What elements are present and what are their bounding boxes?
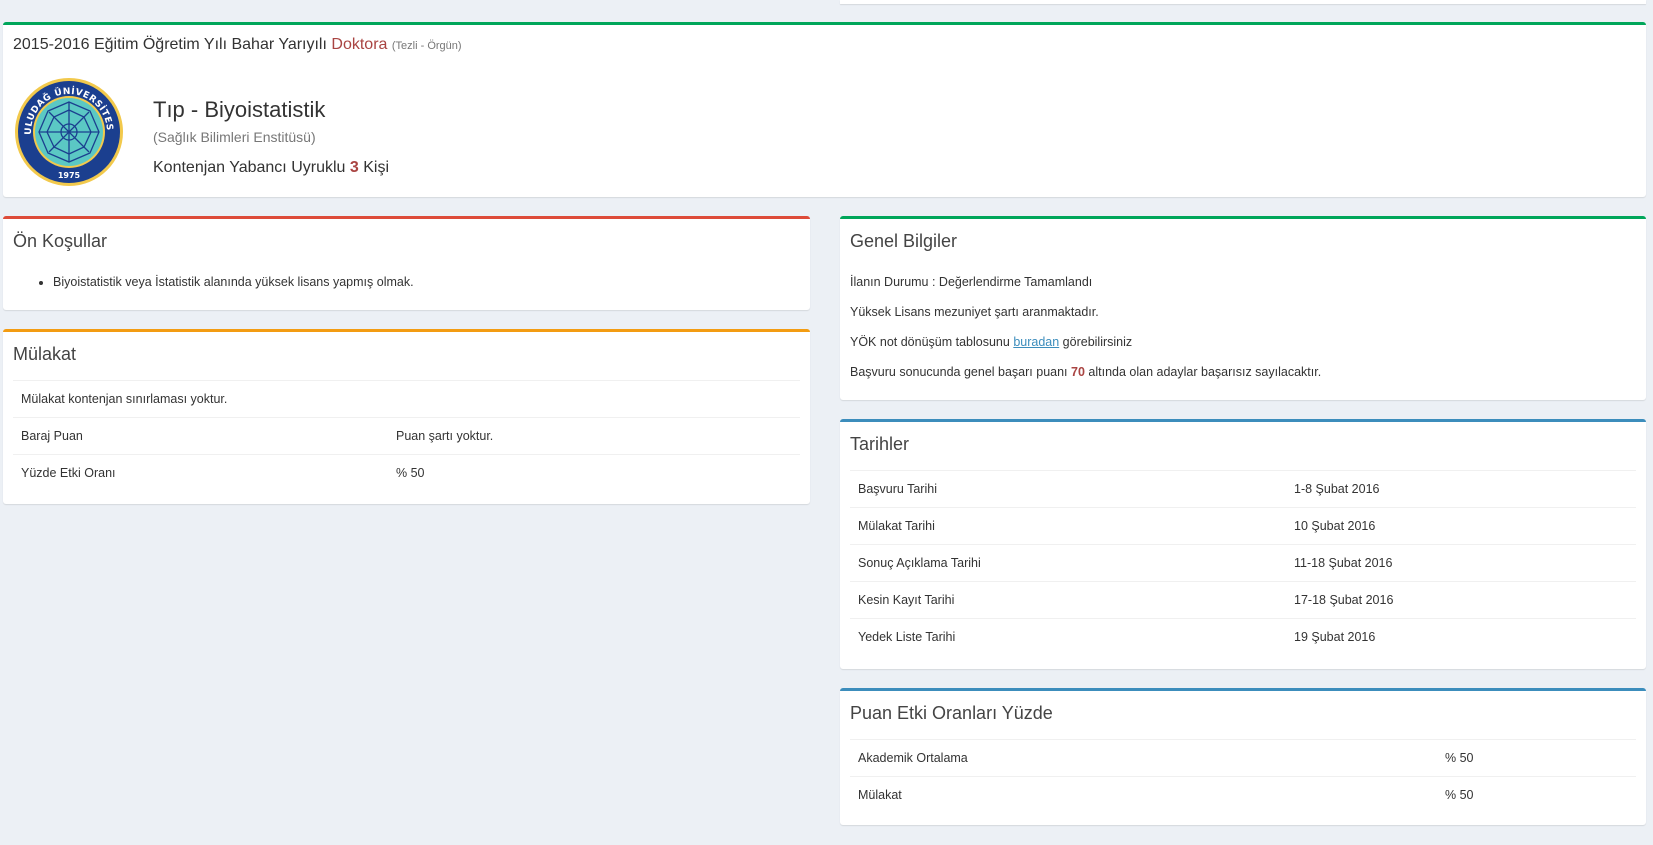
row-label: Kesin Kayıt Tarihi bbox=[850, 581, 1286, 619]
table-row: Mülakat kontenjan sınırlaması yoktur. bbox=[13, 380, 800, 418]
yok-suffix: görebilirsiniz bbox=[1062, 335, 1133, 349]
score-weights-table: Akademik Ortalama % 50 Mülakat % 50 bbox=[850, 739, 1636, 814]
table-row: Baraj Puan Puan şartı yoktur. bbox=[13, 417, 800, 455]
table-row: Başvuru Tarihi 1-8 Şubat 2016 bbox=[850, 470, 1636, 508]
quota-line: Kontenjan Yabancı Uyruklu 3 Kişi bbox=[153, 159, 389, 177]
prerequisites-list: Biyoistatistik veya İstatistik alanında … bbox=[53, 273, 810, 291]
general-info-title: Genel Bilgiler bbox=[850, 231, 958, 251]
row-value: 1-8 Şubat 2016 bbox=[1286, 470, 1636, 508]
fail-suffix: altında olan adaylar başarısız sayılacak… bbox=[1088, 365, 1322, 379]
previous-box-bottom bbox=[840, 0, 1646, 4]
row-label: Baraj Puan bbox=[13, 417, 388, 455]
list-item: Biyoistatistik veya İstatistik alanında … bbox=[53, 273, 810, 291]
row-label: Başvuru Tarihi bbox=[850, 470, 1286, 508]
row-value: % 50 bbox=[388, 454, 800, 492]
row-label: Akademik Ortalama bbox=[850, 739, 1437, 777]
fail-line: Başvuru sonucunda genel başarı puanı 70 … bbox=[840, 363, 1646, 381]
table-row: Kesin Kayıt Tarihi 17-18 Şubat 2016 bbox=[850, 581, 1636, 619]
interview-table: Mülakat kontenjan sınırlaması yoktur. Ba… bbox=[13, 380, 800, 492]
table-row: Yüzde Etki Oranı % 50 bbox=[13, 454, 800, 492]
table-row: Yedek Liste Tarihi 19 Şubat 2016 bbox=[850, 618, 1636, 656]
row-label: Mülakat bbox=[850, 776, 1437, 814]
quota-count: 3 bbox=[349, 159, 359, 176]
institute-name: (Sağlık Bilimleri Enstitüsü) bbox=[153, 129, 316, 145]
dates-box: Tarihler Başvuru Tarihi 1-8 Şubat 2016 M… bbox=[840, 419, 1646, 669]
row-value: % 50 bbox=[1437, 739, 1636, 777]
status-text: İlanın Durumu : Değerlendirme Tamamlandı bbox=[850, 275, 1093, 289]
prerequisites-box: Ön Koşullar Biyoistatistik veya İstatist… bbox=[3, 216, 810, 310]
row-label: Yedek Liste Tarihi bbox=[850, 618, 1286, 656]
period-text: 2015-2016 Eğitim Öğretim Yılı Bahar Yarı… bbox=[13, 36, 327, 53]
row-label: Yüzde Etki Oranı bbox=[13, 454, 388, 492]
fail-score: 70 bbox=[1071, 365, 1085, 379]
dates-title: Tarihler bbox=[850, 434, 910, 454]
row-value: 19 Şubat 2016 bbox=[1286, 618, 1636, 656]
logo-year: 1975 bbox=[58, 171, 81, 180]
interview-box: Mülakat Mülakat kontenjan sınırlaması yo… bbox=[3, 329, 810, 504]
row-value: Puan şartı yoktur. bbox=[388, 417, 800, 455]
yok-prefix: YÖK not dönüşüm tablosunu bbox=[850, 335, 1010, 349]
program-period-line: 2015-2016 Eğitim Öğretim Yılı Bahar Yarı… bbox=[3, 25, 1646, 54]
dates-table: Başvuru Tarihi 1-8 Şubat 2016 Mülakat Ta… bbox=[850, 470, 1636, 656]
yok-line: YÖK not dönüşüm tablosunu buradan görebi… bbox=[840, 333, 1646, 351]
general-info-box: Genel Bilgiler İlanın Durumu : Değerlend… bbox=[840, 216, 1646, 400]
table-row: Mülakat Tarihi 10 Şubat 2016 bbox=[850, 507, 1636, 545]
program-title: Tıp - Biyoistatistik bbox=[153, 97, 326, 122]
degree-type-text: (Tezli - Örgün) bbox=[391, 40, 462, 52]
prerequisites-title: Ön Koşullar bbox=[13, 231, 108, 251]
degree-text: Doktora bbox=[331, 36, 388, 53]
score-weights-title: Puan Etki Oranları Yüzde bbox=[850, 703, 1053, 723]
requirement-text: Yüksek Lisans mezuniyet şartı aranmaktad… bbox=[850, 305, 1099, 319]
table-row: Akademik Ortalama % 50 bbox=[850, 739, 1636, 777]
yok-table-link[interactable]: buradan bbox=[1013, 335, 1059, 349]
interview-note: Mülakat kontenjan sınırlaması yoktur. bbox=[13, 380, 800, 418]
quota-prefix: Kontenjan Yabancı Uyruklu bbox=[153, 159, 346, 176]
row-value: 10 Şubat 2016 bbox=[1286, 507, 1636, 545]
quota-suffix: Kişi bbox=[363, 159, 390, 176]
row-value: 11-18 Şubat 2016 bbox=[1286, 544, 1636, 582]
table-row: Mülakat % 50 bbox=[850, 776, 1636, 814]
row-label: Sonuç Açıklama Tarihi bbox=[850, 544, 1286, 582]
table-row: Sonuç Açıklama Tarihi 11-18 Şubat 2016 bbox=[850, 544, 1636, 582]
fail-prefix: Başvuru sonucunda genel başarı puanı bbox=[850, 365, 1068, 379]
interview-title: Mülakat bbox=[13, 344, 77, 364]
university-logo: ULUDAĞ ÜNİVERSİTESİ 1975 bbox=[13, 76, 123, 186]
row-label: Mülakat Tarihi bbox=[850, 507, 1286, 545]
row-value: 17-18 Şubat 2016 bbox=[1286, 581, 1636, 619]
program-header-box: 2015-2016 Eğitim Öğretim Yılı Bahar Yarı… bbox=[3, 22, 1646, 197]
score-weights-box: Puan Etki Oranları Yüzde Akademik Ortala… bbox=[840, 688, 1646, 825]
row-value: % 50 bbox=[1437, 776, 1636, 814]
